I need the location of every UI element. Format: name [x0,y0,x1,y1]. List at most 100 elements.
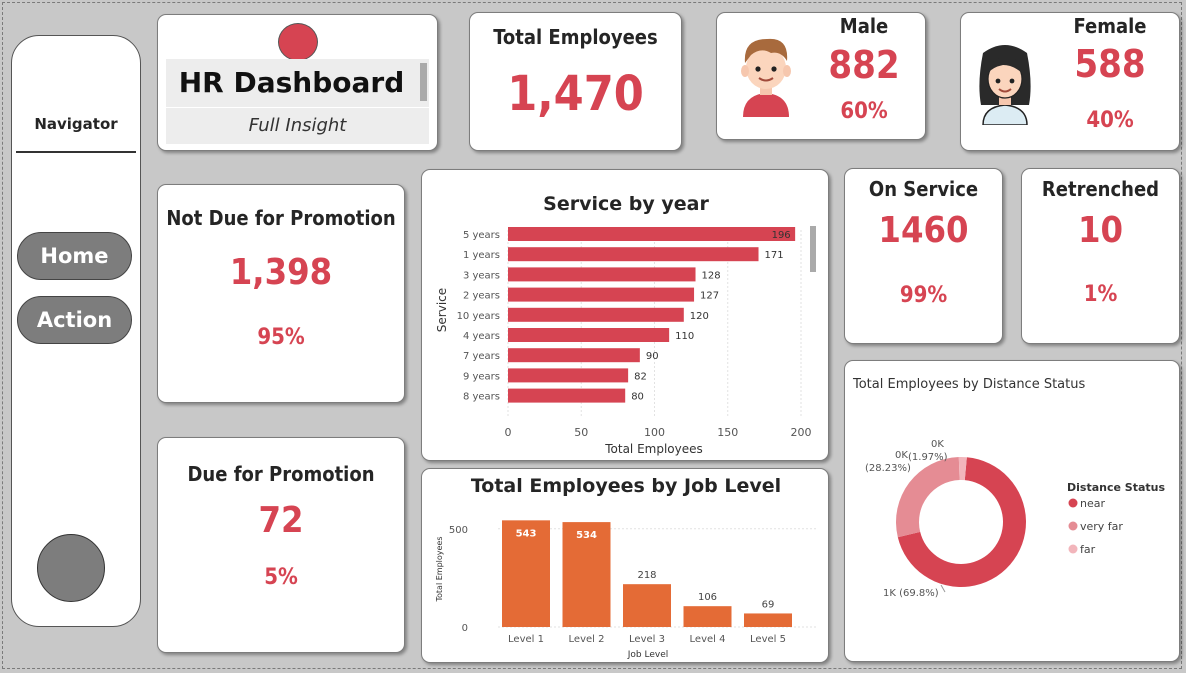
service-category-label: 10 years [457,311,500,322]
male-avatar-icon [741,38,791,117]
far-slice-pct: (1.97%) [908,452,948,463]
not-due-promotion-percent: 95% [257,325,305,350]
job-level-category-label: Level 2 [569,634,605,645]
navigator-title: Navigator [34,115,118,133]
total-employees-value: 1,470 [507,66,644,122]
job-level-category-label: Level 5 [750,634,786,645]
legend-label[interactable]: very far [1080,520,1123,533]
service-bar[interactable] [508,368,629,383]
job-level-card: Total Employees by Job Level Total Emplo… [421,468,829,663]
service-data-label: 90 [646,351,659,362]
dashboard-subtitle: Full Insight [166,108,429,144]
job-y-tick-label: 0 [462,623,468,634]
job-level-y-axis-label: Total Employees [435,536,444,602]
action-button[interactable]: Action [17,296,132,344]
legend-label[interactable]: near [1080,497,1105,510]
service-data-label: 196 [772,230,791,241]
on-service-value: 1460 [878,210,969,251]
due-promotion-label: Due for Promotion [187,462,375,486]
job-level-data-label: 106 [698,592,717,603]
legend-marker [1068,498,1078,508]
service-bar[interactable] [508,388,626,403]
female-avatar-icon [979,45,1031,125]
service-bar[interactable] [508,287,695,302]
near-slice-label: 1K (69.8%) [883,588,939,599]
service-x-tick-label: 150 [717,426,738,439]
total-employees-card: Total Employees 1,470 [469,12,682,151]
logo-dot-icon [278,23,318,61]
title-bar: HR Dashboard [166,59,429,107]
scrollbar[interactable] [420,63,427,101]
job-level-bar[interactable] [744,613,792,627]
service-data-label: 80 [631,392,644,403]
service-chart-scrollbar[interactable] [810,226,816,272]
dashboard-title: HR Dashboard [178,66,405,99]
service-chart-title: Service by year [543,193,709,215]
service-category-label: 2 years [463,291,500,302]
male-label: Male [839,14,889,38]
due-promotion-value: 72 [258,500,304,541]
distance-status-chart: Total Employees by Distance Status 1K (6… [852,377,1165,599]
job-level-data-label: 534 [576,530,597,541]
service-x-tick-label: 50 [574,426,588,439]
service-data-label: 110 [675,331,694,342]
retrenched-label: Retrenched [1041,177,1160,201]
service-category-label: 7 years [463,351,500,362]
service-category-label: 3 years [463,270,500,281]
job-level-chart-title: Total Employees by Job Level [471,475,781,497]
service-bar[interactable] [508,227,796,241]
due-promotion-percent: 5% [264,565,298,590]
not-due-promotion-card: Not Due for Promotion 1,398 95% [157,184,405,403]
job-level-category-label: Level 4 [690,634,726,645]
service-y-axis-label: Service [435,288,449,332]
service-category-label: 5 years [463,230,500,241]
not-due-promotion-label: Not Due for Promotion [166,206,396,230]
male-percent: 60% [840,99,888,124]
service-category-label: 9 years [463,371,500,382]
service-x-tick-label: 100 [644,426,665,439]
female-count: 588 [1074,42,1146,86]
navigator-divider [16,151,136,153]
service-by-year-chart: Service by year Service Total Employees … [435,193,816,456]
due-promotion-card: Due for Promotion 72 5% [157,437,405,653]
retrenched-value: 10 [1077,210,1124,251]
service-bar[interactable] [508,247,759,262]
male-card: Male 882 60% [716,12,926,140]
home-button[interactable]: Home [17,232,132,280]
female-label: Female [1073,14,1147,38]
service-x-axis-label: Total Employees [604,442,703,456]
job-level-bar[interactable] [683,606,732,627]
job-level-chart: Total Employees by Job Level Total Emplo… [435,475,817,660]
very-far-slice-value: 0K [895,450,908,461]
retrenched-percent: 1% [1083,282,1118,307]
female-percent: 40% [1086,108,1134,133]
service-data-label: 127 [700,291,719,302]
job-y-tick-label: 500 [449,525,468,536]
service-category-label: 8 years [463,392,500,403]
job-level-data-label: 218 [637,570,656,581]
job-level-category-label: Level 1 [508,634,544,645]
job-level-category-label: Level 3 [629,634,665,645]
not-due-promotion-value: 1,398 [229,252,333,293]
on-service-percent: 99% [899,283,948,308]
service-category-label: 1 years [463,250,500,261]
job-level-data-label: 69 [762,599,775,610]
distance-chart-title: Total Employees by Distance Status [852,377,1085,392]
navigator-panel: Navigator Home Action [11,35,141,627]
on-service-card: On Service 1460 99% [844,168,1003,344]
service-bar[interactable] [508,328,670,342]
service-bar[interactable] [508,348,640,363]
job-level-bar[interactable] [623,584,671,627]
legend-label[interactable]: far [1080,543,1096,556]
header-card: HR Dashboard Full Insight [157,14,438,151]
service-x-tick-label: 0 [505,426,512,439]
service-bar[interactable] [508,307,684,322]
distance-status-card: Total Employees by Distance Status 1K (6… [844,360,1180,662]
total-employees-label: Total Employees [493,25,658,49]
retrenched-card: Retrenched 10 1% [1021,168,1180,344]
service-bar[interactable] [508,267,696,282]
service-by-year-card: Service by year Service Total Employees … [421,169,829,461]
female-card: Female 588 40% [960,12,1180,151]
circle-button[interactable] [37,534,105,602]
service-data-label: 171 [765,250,784,261]
